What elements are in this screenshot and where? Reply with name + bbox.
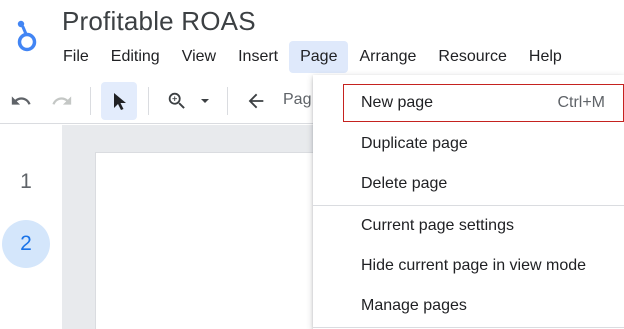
menu-view[interactable]: View <box>171 41 227 73</box>
page-thumb-2-current[interactable]: 2 <box>2 220 50 268</box>
zoom-in-icon[interactable] <box>162 78 192 124</box>
page-menu-dropdown: New page Ctrl+M Duplicate page Delete pa… <box>313 75 624 329</box>
menu-item-label: Hide current page in view mode <box>361 257 587 274</box>
menu-item-manage-pages[interactable]: Manage pages <box>313 287 624 325</box>
toolbar-divider <box>148 87 149 115</box>
undo-icon[interactable] <box>6 78 36 124</box>
toolbar-divider <box>227 87 228 115</box>
menu-resource[interactable]: Resource <box>427 41 517 73</box>
menu-file[interactable]: File <box>52 41 100 73</box>
menu-item-label: New page <box>361 94 434 111</box>
toolbar-divider <box>90 87 91 115</box>
menu-help[interactable]: Help <box>518 41 573 73</box>
menu-item-current-page-settings[interactable]: Current page settings <box>313 207 624 245</box>
page-nav-label[interactable]: Pag <box>283 91 311 109</box>
menu-item-hide-page-view-mode[interactable]: Hide current page in view mode <box>313 247 624 285</box>
menu-arrange[interactable]: Arrange <box>348 41 427 73</box>
report-title[interactable]: Profitable ROAS <box>62 6 256 37</box>
page-thumb-1[interactable]: 1 <box>0 170 52 194</box>
redo-icon[interactable] <box>47 78 77 124</box>
menu-item-shortcut: Ctrl+M <box>557 94 605 111</box>
menu-item-delete-page[interactable]: Delete page <box>313 165 624 203</box>
caret-down-icon[interactable] <box>195 78 215 124</box>
menu-item-label: Delete page <box>361 175 448 192</box>
arrow-left-icon[interactable] <box>242 78 270 124</box>
menu-editing[interactable]: Editing <box>100 41 171 73</box>
menu-item-label: Current page settings <box>361 217 514 234</box>
menu-divider <box>313 205 624 206</box>
menu-item-new-page[interactable]: New page Ctrl+M <box>343 84 624 122</box>
menu-item-duplicate-page[interactable]: Duplicate page <box>313 125 624 163</box>
menu-item-label: Duplicate page <box>361 135 468 152</box>
menu-page[interactable]: Page <box>289 41 349 73</box>
looker-studio-logo-icon[interactable] <box>14 18 40 54</box>
menu-insert[interactable]: Insert <box>227 41 289 73</box>
menu-divider <box>313 327 624 328</box>
menu-item-label: Manage pages <box>361 297 467 314</box>
menu-bar: File Editing View Insert Page Arrange Re… <box>52 41 573 73</box>
cursor-arrow-icon[interactable] <box>101 82 137 120</box>
